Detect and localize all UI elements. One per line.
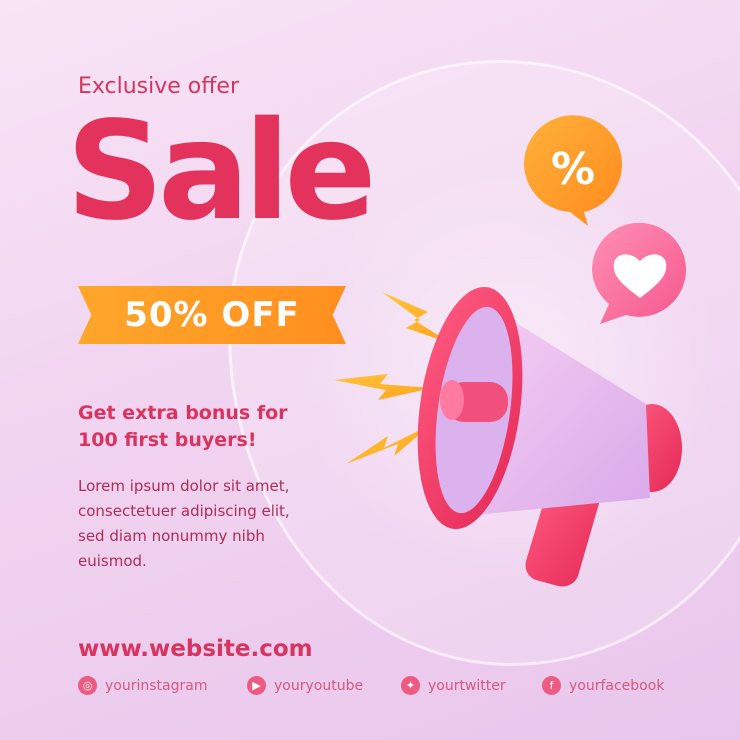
percent-symbol: % xyxy=(551,144,595,195)
percent-bubble-icon: % xyxy=(523,115,622,226)
social-instagram[interactable]: ◎ yourinstagram xyxy=(78,676,207,695)
website-link[interactable]: www.website.com xyxy=(78,636,313,662)
social-label: youryoutube xyxy=(274,677,364,694)
sale-banner: Exclusive offer Sale 50% OFF Get extra b… xyxy=(0,0,740,740)
facebook-icon: f xyxy=(542,676,561,695)
heart-bubble-icon xyxy=(591,222,686,324)
social-label: yourfacebook xyxy=(569,677,665,694)
social-label: yourtwitter xyxy=(428,677,506,694)
megaphone-icon xyxy=(417,286,682,587)
social-youtube[interactable]: ▶ youryoutube xyxy=(247,676,363,695)
instagram-icon: ◎ xyxy=(78,676,97,695)
youtube-icon: ▶ xyxy=(247,676,266,695)
social-facebook[interactable]: f yourfacebook xyxy=(542,676,664,695)
twitter-icon: ✦ xyxy=(401,676,420,695)
illustration: % xyxy=(334,115,686,587)
social-twitter[interactable]: ✦ yourtwitter xyxy=(401,676,506,695)
social-label: yourinstagram xyxy=(105,677,208,694)
